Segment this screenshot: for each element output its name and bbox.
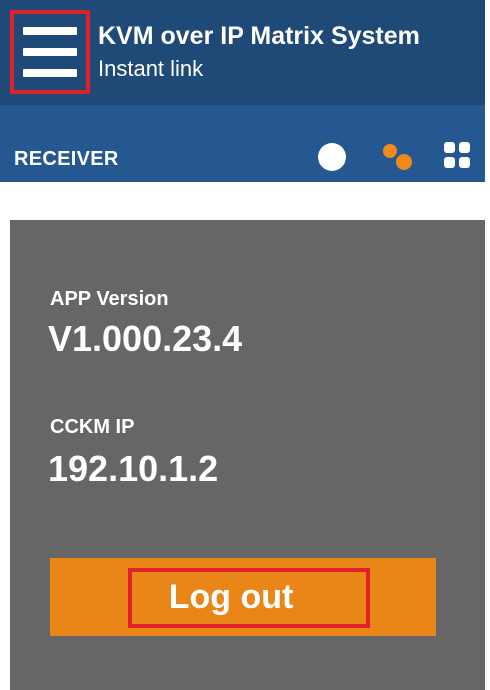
dot-small <box>383 144 397 158</box>
menu-icon-line <box>23 69 77 77</box>
header-top-bar: KVM over IP Matrix System Instant link <box>0 0 485 105</box>
app-title: KVM over IP Matrix System <box>98 22 420 50</box>
grid-cell <box>459 142 470 153</box>
menu-button[interactable] <box>10 10 90 94</box>
app-header: KVM over IP Matrix System Instant link R… <box>0 0 485 182</box>
mode-label: RECEIVER <box>14 148 119 170</box>
cckm-ip-value: 192.10.1.2 <box>48 448 219 489</box>
circle-view-icon[interactable] <box>318 143 346 171</box>
cckm-ip-label: CCKM IP <box>50 416 135 438</box>
app-subtitle: Instant link <box>98 56 204 81</box>
logout-button[interactable]: Log out <box>50 558 436 636</box>
grid-cell <box>459 157 470 168</box>
dots-view-icon[interactable] <box>380 140 418 174</box>
app-version-value: V1.000.23.4 <box>48 318 243 359</box>
grid-cell <box>444 142 455 153</box>
menu-icon-line <box>23 48 77 56</box>
hamburger-menu-icon <box>23 27 77 77</box>
logout-label: Log out <box>168 577 294 616</box>
grid-view-icon[interactable] <box>444 142 470 168</box>
grid-cell <box>444 157 455 168</box>
app-version-label: APP Version <box>50 288 169 310</box>
dot-large <box>396 154 412 170</box>
info-panel: APP Version V1.000.23.4 CCKM IP 192.10.1… <box>10 220 485 690</box>
menu-icon-line <box>23 27 77 35</box>
